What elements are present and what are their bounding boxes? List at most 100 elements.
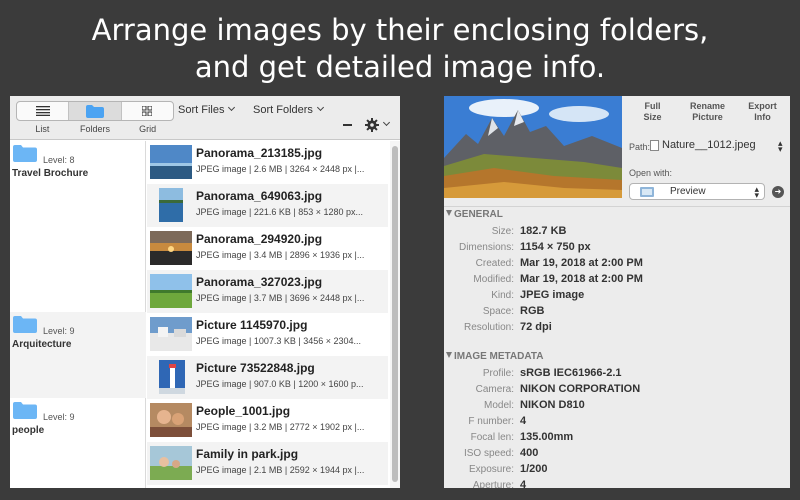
sort-folders-label: Sort Folders bbox=[253, 104, 313, 116]
info-key: Focal len: bbox=[470, 432, 514, 443]
file-info: JPEG image | 3.2 MB | 2772 × 1902 px |..… bbox=[196, 422, 365, 432]
chevron-down-icon bbox=[228, 103, 236, 112]
info-value: 400 bbox=[520, 447, 539, 459]
info-key: Aperture: bbox=[472, 480, 514, 488]
full-size-button[interactable]: Full Size bbox=[625, 96, 680, 130]
folder-level: Level: 9 bbox=[43, 412, 75, 422]
sort-files-button[interactable]: Sort Files bbox=[178, 103, 236, 116]
button-label-line: Info bbox=[754, 112, 771, 122]
general-section-header[interactable]: GENERAL bbox=[446, 209, 503, 220]
file-row[interactable]: Picture 73522848.jpg JPEG image | 907.0 … bbox=[147, 356, 388, 399]
chevron-down-icon bbox=[316, 103, 324, 112]
file-name: Panorama_294920.jpg bbox=[196, 232, 323, 246]
info-value: NIKON CORPORATION bbox=[520, 383, 641, 395]
thumbnail-image bbox=[159, 360, 185, 394]
grid-view-button[interactable] bbox=[122, 102, 173, 120]
headline-line-1: Arrange images by their enclosing folder… bbox=[91, 13, 709, 47]
path-label: Path: bbox=[629, 142, 651, 152]
open-with-label: Open with: bbox=[629, 168, 673, 178]
info-key: Kind: bbox=[491, 290, 514, 301]
general-title: GENERAL bbox=[454, 209, 503, 220]
button-label-line: Export bbox=[748, 101, 777, 111]
file-row[interactable]: Panorama_294920.jpg JPEG image | 3.4 MB … bbox=[147, 227, 388, 270]
toolbar: List Folders Grid Sort Files Sort Folder… bbox=[10, 96, 400, 140]
file-name: Picture 1145970.jpg bbox=[196, 318, 308, 332]
action-buttons: Full Size Rename Picture Export Info bbox=[625, 96, 790, 130]
info-key: Space: bbox=[482, 306, 514, 317]
folder-group[interactable]: Level: 9 Arquitecture bbox=[10, 312, 146, 398]
thumbnail-image bbox=[159, 188, 183, 222]
arrow-right-icon[interactable]: ➜ bbox=[772, 186, 784, 198]
info-value: 72 dpi bbox=[520, 321, 552, 333]
file-row[interactable]: Panorama_327023.jpg JPEG image | 3.7 MB … bbox=[147, 270, 388, 313]
image-preview[interactable] bbox=[444, 96, 622, 198]
headline: Arrange images by their enclosing folder… bbox=[0, 12, 800, 86]
folder-level: Level: 8 bbox=[43, 155, 75, 165]
chevron-down-icon[interactable] bbox=[382, 118, 391, 127]
info-value: 4 bbox=[520, 415, 527, 427]
info-value: 182.7 KB bbox=[520, 225, 567, 237]
metadata-title: IMAGE METADATA bbox=[454, 351, 544, 362]
info-value: NIKON D810 bbox=[520, 399, 585, 411]
info-value: Mar 19, 2018 at 2:00 PM bbox=[520, 273, 643, 285]
thumbnail-image bbox=[150, 274, 192, 308]
updown-arrows-icon: ▴ ▾ bbox=[754, 184, 759, 200]
gear-icon[interactable] bbox=[365, 118, 379, 132]
divider bbox=[444, 206, 790, 207]
thumbnail-image bbox=[150, 231, 192, 265]
rename-picture-button[interactable]: Rename Picture bbox=[680, 96, 735, 130]
disclosure-triangle-icon bbox=[446, 352, 452, 358]
view-mode-labels: List Folders Grid bbox=[16, 124, 174, 134]
minus-icon[interactable] bbox=[343, 124, 352, 126]
open-with-select[interactable]: Preview ▴ ▾ bbox=[629, 183, 765, 200]
info-value: 1154 × 750 px bbox=[520, 241, 591, 253]
file-info: JPEG image | 907.0 KB | 1200 × 1600 p... bbox=[196, 379, 364, 389]
folder-name: Travel Brochure bbox=[12, 168, 89, 179]
folder-icon bbox=[13, 402, 37, 419]
info-key: Exposure: bbox=[468, 464, 514, 475]
folders-label: Folders bbox=[80, 124, 111, 134]
file-row[interactable]: Family in park.jpg JPEG image | 2.1 MB |… bbox=[147, 442, 388, 485]
info-value: JPEG image bbox=[520, 289, 585, 301]
info-key: ISO speed: bbox=[463, 448, 514, 459]
info-key: Camera: bbox=[475, 384, 514, 395]
file-info: JPEG image | 3.4 MB | 2896 × 1936 px |..… bbox=[196, 250, 365, 260]
thumbnail-image bbox=[150, 145, 192, 179]
grid-icon bbox=[142, 106, 153, 116]
file-list: Panorama_213185.jpg JPEG image | 2.6 MB … bbox=[147, 141, 388, 488]
file-row[interactable]: Picture 1145970.jpg JPEG image | 1007.3 … bbox=[147, 313, 388, 356]
scrollbar-thumb[interactable] bbox=[392, 146, 398, 482]
info-key: Model: bbox=[483, 400, 514, 411]
info-value: 4 bbox=[520, 479, 527, 488]
folder-name: people bbox=[12, 425, 45, 436]
view-mode-control bbox=[16, 101, 174, 121]
button-label-line: Size bbox=[643, 112, 662, 122]
headline-line-2: and get detailed image info. bbox=[194, 50, 606, 84]
thumbnail-image bbox=[150, 403, 192, 437]
folder-group[interactable]: Level: 9 people bbox=[10, 398, 146, 488]
file-info: JPEG image | 3.7 MB | 3696 × 2448 px |..… bbox=[196, 293, 365, 303]
file-row[interactable]: Panorama_213185.jpg JPEG image | 2.6 MB … bbox=[147, 141, 388, 184]
path-popup[interactable]: Nature__1012.jpeg bbox=[662, 139, 756, 151]
folder-group[interactable]: Level: 8 Travel Brochure bbox=[10, 141, 146, 312]
export-info-button[interactable]: Export Info bbox=[735, 96, 790, 130]
disclosure-triangle-icon bbox=[446, 210, 452, 216]
folders-view-button[interactable] bbox=[69, 102, 122, 120]
list-label: List bbox=[35, 124, 50, 134]
image-info-window: Full Size Rename Picture Export Info Pat… bbox=[444, 96, 790, 488]
info-key: Dimensions: bbox=[458, 242, 514, 253]
file-name: Picture 73522848.jpg bbox=[196, 361, 315, 375]
file-info: JPEG image | 2.6 MB | 3264 × 2448 px |..… bbox=[196, 164, 365, 174]
folder-icon bbox=[13, 316, 37, 333]
list-view-button[interactable] bbox=[17, 102, 70, 120]
file-name: People_1001.jpg bbox=[196, 404, 291, 418]
file-row[interactable]: People_1001.jpg JPEG image | 3.2 MB | 27… bbox=[147, 399, 388, 442]
file-row[interactable]: Panorama_649063.jpg JPEG image | 221.6 K… bbox=[147, 184, 388, 227]
updown-arrows-icon[interactable]: ▴ ▾ bbox=[778, 139, 783, 154]
folder-icon bbox=[85, 104, 104, 118]
preview-app-icon bbox=[640, 187, 654, 197]
file-name: Panorama_327023.jpg bbox=[196, 275, 323, 289]
metadata-section-header[interactable]: IMAGE METADATA bbox=[446, 351, 543, 362]
info-key: Resolution: bbox=[463, 322, 514, 333]
sort-folders-button[interactable]: Sort Folders bbox=[253, 103, 324, 116]
